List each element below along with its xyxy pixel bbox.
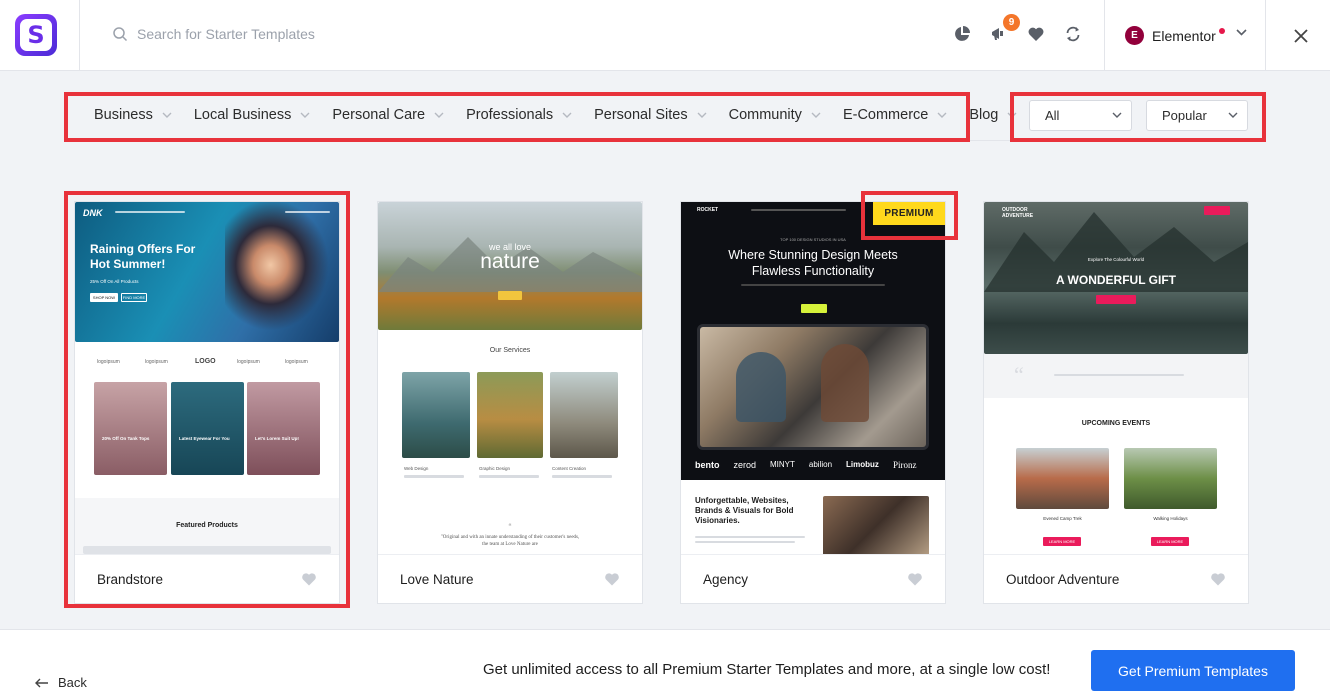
chevron-down-icon xyxy=(562,112,572,118)
premium-badge: PREMIUM xyxy=(873,202,945,225)
client-logos: bento zerod MINYT abilion Limobuz Pironz xyxy=(695,460,917,470)
search-bar xyxy=(112,20,632,48)
template-card-love-nature[interactable]: we all love nature Our Services Web Desi… xyxy=(377,201,643,604)
close-icon[interactable] xyxy=(1290,25,1312,47)
template-name: Brandstore xyxy=(97,571,164,587)
template-preview: OUTDOOR ADVENTURE Explore The Colourful … xyxy=(984,202,1248,554)
chevron-down-icon xyxy=(1236,29,1247,36)
template-preview: ROCKET TOP 100 DESIGN STUDIOS IN USA Whe… xyxy=(681,202,945,554)
announcements-icon[interactable]: 9 xyxy=(987,14,1020,46)
chevron-down-icon xyxy=(1228,112,1238,118)
category-professionals[interactable]: Professionals xyxy=(466,107,572,123)
favorite-heart-icon[interactable] xyxy=(1210,571,1226,587)
favorite-heart-icon[interactable] xyxy=(604,571,620,587)
template-preview: we all love nature Our Services Web Desi… xyxy=(378,202,642,554)
card-footer: Brandstore xyxy=(75,554,339,603)
sort-filter-select[interactable]: Popular xyxy=(1146,100,1248,131)
sync-icon[interactable] xyxy=(1061,22,1085,46)
template-card-agency[interactable]: ROCKET TOP 100 DESIGN STUDIOS IN USA Whe… xyxy=(680,201,946,604)
favorites-heart-icon[interactable] xyxy=(1024,22,1048,46)
chevron-down-icon xyxy=(937,112,947,118)
category-personal-sites[interactable]: Personal Sites xyxy=(594,107,707,123)
favorite-heart-icon[interactable] xyxy=(907,571,923,587)
starter-templates-logo[interactable]: S xyxy=(15,14,57,56)
template-name: Love Nature xyxy=(400,571,474,587)
type-filter-select[interactable]: All xyxy=(1029,100,1132,131)
chevron-down-icon xyxy=(697,112,707,118)
card-footer: Agency xyxy=(681,554,945,603)
category-ecommerce[interactable]: E-Commerce xyxy=(843,107,947,123)
premium-promo-text: Get unlimited access to all Premium Star… xyxy=(483,661,1051,678)
get-premium-button[interactable]: Get Premium Templates xyxy=(1091,650,1295,691)
builder-status-dot xyxy=(1219,28,1225,34)
template-name: Agency xyxy=(703,571,749,587)
card-footer: Love Nature xyxy=(378,554,642,603)
chevron-down-icon xyxy=(300,112,310,118)
category-nav: Business Local Business Personal Care Pr… xyxy=(94,107,1039,123)
top-header: S 9 E Elementor xyxy=(0,0,1330,71)
template-name: Outdoor Adventure xyxy=(1006,571,1120,587)
category-local-business[interactable]: Local Business xyxy=(194,107,311,123)
category-personal-care[interactable]: Personal Care xyxy=(332,107,444,123)
chevron-down-icon xyxy=(162,112,172,118)
template-card-outdoor-adventure[interactable]: OUTDOOR ADVENTURE Explore The Colourful … xyxy=(983,201,1249,604)
notification-badge: 9 xyxy=(1003,14,1020,31)
search-input[interactable] xyxy=(137,26,537,42)
pie-chart-icon[interactable] xyxy=(950,22,974,46)
logo-area: S xyxy=(0,0,80,71)
back-button[interactable]: Back xyxy=(35,675,87,690)
category-business[interactable]: Business xyxy=(94,107,172,123)
search-icon xyxy=(113,27,128,42)
card-footer: Outdoor Adventure xyxy=(984,554,1248,603)
chevron-down-icon xyxy=(1112,112,1122,118)
elementor-logo-icon: E xyxy=(1125,26,1144,45)
favorite-heart-icon[interactable] xyxy=(301,571,317,587)
template-preview: DNK Raining Offers For Hot Summer! 25% O… xyxy=(75,202,339,554)
page-builder-selector[interactable]: E Elementor xyxy=(1104,0,1266,71)
template-card-brandstore[interactable]: DNK Raining Offers For Hot Summer! 25% O… xyxy=(74,201,340,604)
header-actions: 9 xyxy=(950,14,1098,46)
arrow-left-icon xyxy=(35,678,48,687)
chevron-down-icon xyxy=(434,112,444,118)
category-community[interactable]: Community xyxy=(729,107,821,123)
builder-label: Elementor xyxy=(1152,27,1216,44)
chevron-down-icon xyxy=(811,112,821,118)
